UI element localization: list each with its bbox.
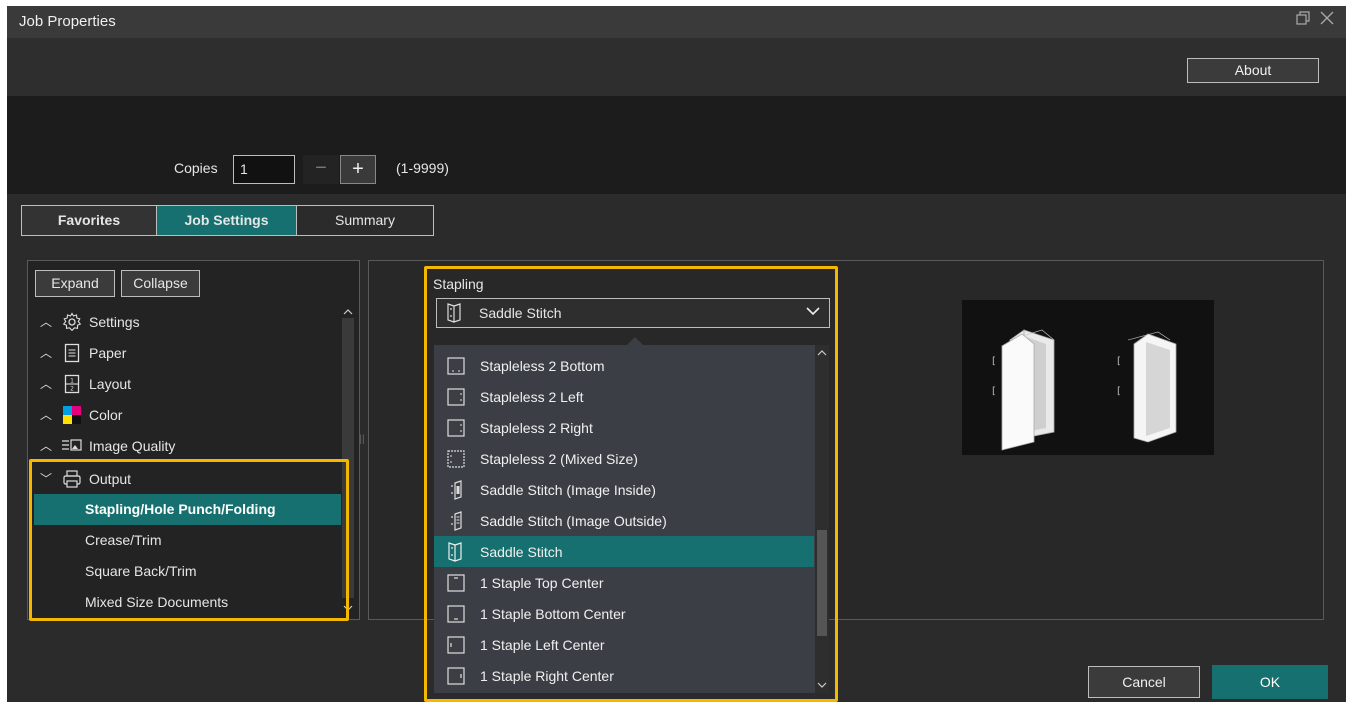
collapse-button[interactable]: Collapse [121, 270, 200, 297]
cancel-button[interactable]: Cancel [1088, 666, 1200, 698]
svg-text:[: [ [992, 356, 996, 367]
chevron-up-icon: ︿ [39, 377, 52, 391]
ok-button[interactable]: OK [1212, 665, 1328, 699]
tree-item-label: Image Quality [89, 437, 176, 454]
about-button[interactable]: About [1187, 58, 1319, 83]
tab-bar: Favorites Job Settings Summary [21, 205, 434, 236]
copies-band [7, 96, 1346, 194]
expand-button[interactable]: Expand [35, 270, 115, 297]
tree-item-color[interactable]: ︿ Color [27, 399, 122, 430]
layout-icon: 12 [61, 374, 83, 394]
window-title: Job Properties [19, 13, 116, 30]
tree-item-label: Settings [89, 313, 140, 330]
chevron-up-icon: ︿ [39, 315, 52, 329]
color-icon [61, 405, 83, 425]
panel-splitter[interactable]: || [359, 434, 365, 450]
image-quality-icon [61, 436, 83, 456]
stapling-preview-image: [ [ [ [ [962, 300, 1214, 455]
svg-text:2: 2 [70, 385, 74, 392]
restore-icon[interactable] [1294, 11, 1312, 29]
job-properties-window: Job Properties About Copies 1 − + (1-999… [7, 6, 1346, 702]
tree-item-settings[interactable]: ︿ Settings [27, 306, 140, 337]
svg-text:[: [ [1117, 386, 1121, 397]
stapling-highlight-frame [424, 266, 838, 702]
svg-text:[: [ [992, 386, 996, 397]
tree-item-layout[interactable]: ︿ 12 Layout [27, 368, 131, 399]
chevron-up-icon: ︿ [39, 408, 52, 422]
header-band [7, 38, 1346, 96]
output-highlight-frame [29, 459, 349, 621]
copies-decrement-button[interactable]: − [303, 155, 339, 184]
tab-job-settings[interactable]: Job Settings [157, 206, 297, 235]
tree-item-image-quality[interactable]: ︿ Image Quality [27, 430, 175, 461]
svg-text:[: [ [1117, 356, 1121, 367]
title-bar: Job Properties [7, 6, 1346, 38]
scroll-up-icon[interactable] [342, 306, 354, 318]
tree-item-label: Color [89, 406, 123, 423]
tree-item-label: Layout [89, 375, 132, 392]
tree-item-paper[interactable]: ︿ Paper [27, 337, 126, 368]
gear-icon [61, 311, 83, 332]
paper-icon [61, 343, 83, 363]
chevron-up-icon: ︿ [39, 439, 52, 453]
tree-item-label: Paper [89, 344, 127, 361]
svg-text:1: 1 [70, 377, 74, 384]
copies-range: (1-9999) [396, 160, 449, 176]
copies-input[interactable]: 1 [233, 155, 295, 184]
close-icon[interactable] [1318, 11, 1336, 29]
copies-label: Copies [174, 160, 218, 176]
chevron-up-icon: ︿ [39, 346, 52, 360]
tab-summary[interactable]: Summary [297, 206, 433, 235]
tab-favorites[interactable]: Favorites [22, 206, 157, 235]
copies-increment-button[interactable]: + [340, 155, 376, 184]
